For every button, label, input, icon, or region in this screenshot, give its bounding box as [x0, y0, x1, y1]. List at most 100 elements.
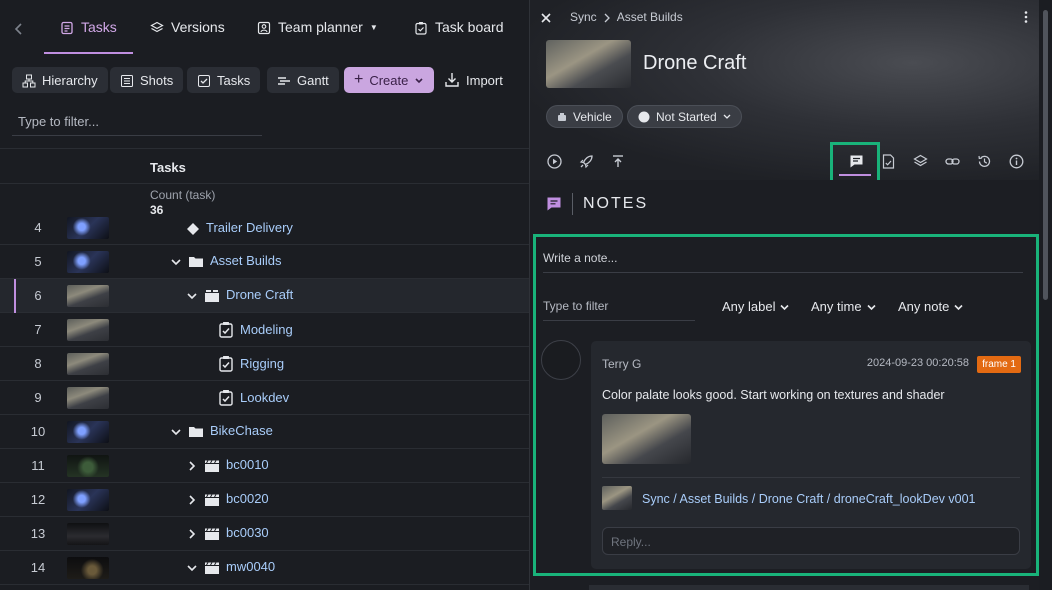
- table-row-selected[interactable]: 6 Drone Craft: [0, 279, 530, 313]
- reply-input[interactable]: Reply...: [602, 527, 1020, 555]
- type-chip[interactable]: Vehicle: [546, 105, 623, 128]
- upload-icon[interactable]: [602, 154, 634, 168]
- row-label: Rigging: [240, 356, 285, 372]
- row-thumbnail: [67, 251, 109, 273]
- gantt-label: Gantt: [297, 72, 329, 88]
- team-planner-icon: [257, 19, 271, 35]
- active-tab-underline: [44, 52, 133, 54]
- row-number: 4: [34, 220, 42, 235]
- entity-title: Drone Craft: [643, 52, 747, 74]
- chevron-down-icon[interactable]: [170, 253, 182, 268]
- table-row[interactable]: 14 mw0040: [0, 551, 530, 585]
- tab-team-planner[interactable]: Team planner ▼: [257, 0, 378, 54]
- table-row[interactable]: 4 Trailer Delivery: [0, 212, 530, 245]
- history-icon[interactable]: [968, 154, 1000, 169]
- tab-tasks[interactable]: Tasks: [60, 0, 117, 54]
- time-filter-dropdown[interactable]: Any time: [811, 299, 876, 314]
- note-type-dropdown[interactable]: Any note: [898, 299, 963, 314]
- row-number: 13: [30, 526, 46, 541]
- table-row[interactable]: 11 bc0010: [0, 449, 530, 483]
- chevron-right-icon[interactable]: [186, 525, 198, 540]
- close-icon[interactable]: [540, 9, 552, 25]
- row-label: Trailer Delivery: [206, 220, 293, 236]
- table-row[interactable]: 7 Modeling: [0, 313, 530, 347]
- more-options-icon[interactable]: [1024, 8, 1028, 24]
- breadcrumb-item[interactable]: Sync: [570, 10, 597, 24]
- write-note-input[interactable]: Write a note...: [543, 251, 1023, 273]
- row-label: mw0040: [226, 559, 276, 575]
- panel-header: Sync Asset Builds Drone Craft Vehicle No…: [530, 0, 1040, 180]
- task-tree: 4 Trailer Delivery 5 Asset Builds 6 Dron…: [0, 212, 530, 590]
- tasks-view-button[interactable]: Tasks: [187, 67, 261, 93]
- chevron-down-icon: [414, 73, 424, 88]
- row-number: 6: [34, 288, 42, 303]
- chevron-right-icon[interactable]: [186, 457, 198, 472]
- task-filter-input[interactable]: Type to filter...: [12, 110, 262, 136]
- gantt-button[interactable]: Gantt: [267, 67, 339, 93]
- version-link[interactable]: Sync / Asset Builds / Drone Craft / dron…: [642, 492, 976, 506]
- chevron-right-icon[interactable]: [186, 491, 198, 506]
- table-row[interactable]: 9 Lookdev: [0, 381, 530, 415]
- table-row[interactable]: 10 BikeChase: [0, 415, 530, 449]
- info-icon[interactable]: [1000, 154, 1032, 169]
- import-button[interactable]: Import: [434, 67, 513, 93]
- link-icon[interactable]: [936, 154, 968, 169]
- status-circle-icon: [638, 110, 650, 124]
- row-name[interactable]: bc0010: [186, 457, 269, 473]
- chevron-down-icon[interactable]: [186, 559, 198, 574]
- note-timestamp: 2024-09-23 00:20:58: [866, 357, 969, 369]
- tasks-column-header[interactable]: Tasks: [0, 148, 530, 184]
- note-filter-input[interactable]: Type to filter: [543, 299, 695, 321]
- row-name[interactable]: Rigging: [218, 355, 284, 372]
- row-name[interactable]: bc0030: [186, 525, 269, 541]
- row-label: Drone Craft: [226, 287, 294, 303]
- breadcrumb-item[interactable]: Asset Builds: [617, 10, 683, 24]
- tab-label: Versions: [171, 19, 225, 35]
- row-name[interactable]: Trailer Delivery: [186, 220, 293, 236]
- status-dropdown[interactable]: Not Started: [627, 105, 742, 128]
- row-number: 12: [30, 492, 46, 507]
- table-row[interactable]: 13 bc0030: [0, 517, 530, 551]
- play-icon[interactable]: [538, 153, 570, 169]
- label-filter-dropdown[interactable]: Any label: [722, 299, 790, 314]
- note-author[interactable]: Terry G: [602, 357, 641, 371]
- note-body: Color palate looks good. Start working o…: [602, 388, 945, 402]
- task-clipboard-icon: [218, 321, 234, 338]
- hierarchy-label: Hierarchy: [42, 72, 98, 88]
- tab-task-board[interactable]: Task board: [414, 0, 503, 54]
- count-label: Count (task): [150, 188, 216, 202]
- row-thumbnail: [67, 387, 109, 409]
- table-row[interactable]: 5 Asset Builds: [0, 245, 530, 279]
- tab-versions[interactable]: Versions: [150, 0, 225, 54]
- row-name[interactable]: bc0020: [186, 491, 269, 507]
- table-row[interactable]: 8 Rigging: [0, 347, 530, 381]
- row-name[interactable]: Modeling: [218, 321, 293, 338]
- panel-action-icons: [538, 150, 634, 172]
- hierarchy-button[interactable]: Hierarchy: [12, 67, 108, 93]
- scrollbar-thumb[interactable]: [1043, 10, 1048, 300]
- create-button[interactable]: + Create: [344, 67, 435, 93]
- row-thumbnail: [67, 489, 109, 511]
- table-row[interactable]: 12 bc0020: [0, 483, 530, 517]
- chevron-down-icon[interactable]: [186, 287, 198, 302]
- row-name[interactable]: BikeChase: [170, 423, 273, 438]
- shots-button[interactable]: Shots: [110, 67, 184, 93]
- entity-thumbnail[interactable]: [546, 40, 631, 88]
- avatar[interactable]: [541, 340, 581, 380]
- view-toolbar: Hierarchy Shots Tasks Gantt + Create Imp…: [0, 62, 530, 98]
- row-name[interactable]: Lookdev: [218, 389, 289, 406]
- note-attachment-image[interactable]: [602, 414, 691, 464]
- row-name[interactable]: Drone Craft: [186, 287, 293, 303]
- row-label: bc0020: [226, 491, 269, 507]
- row-name[interactable]: mw0040: [186, 559, 275, 575]
- frame-badge[interactable]: frame 1: [977, 356, 1021, 373]
- rocket-icon[interactable]: [570, 154, 602, 169]
- chevron-down-icon[interactable]: [170, 423, 182, 438]
- layers-icon: [150, 19, 164, 35]
- back-chevron-icon[interactable]: [14, 20, 24, 36]
- row-label: Modeling: [240, 322, 293, 338]
- scrollbar[interactable]: [1039, 0, 1052, 590]
- import-icon: [444, 72, 460, 89]
- row-name[interactable]: Asset Builds: [170, 253, 282, 268]
- layers-icon[interactable]: [904, 154, 936, 169]
